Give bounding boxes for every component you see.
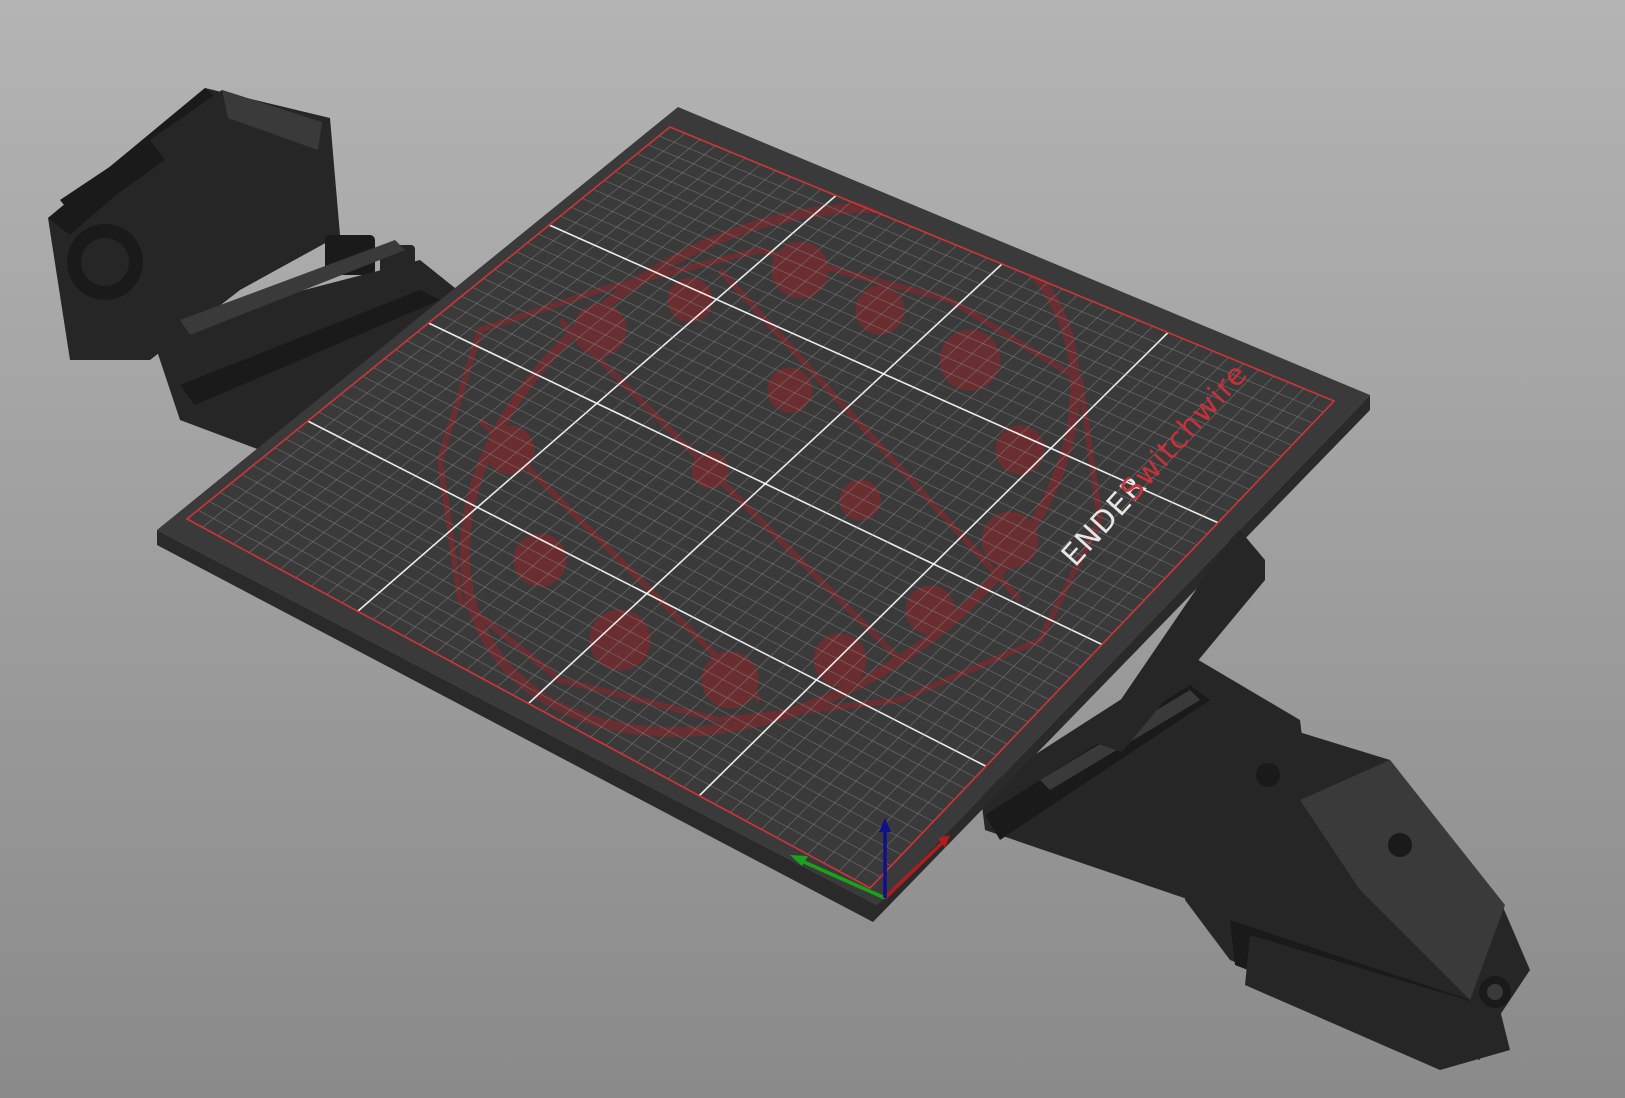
y-idler-assembly [1185, 720, 1530, 1070]
scene-canvas[interactable]: ENDER Switchwire [0, 0, 1625, 1098]
3d-viewport[interactable]: ENDER Switchwire [0, 0, 1625, 1098]
